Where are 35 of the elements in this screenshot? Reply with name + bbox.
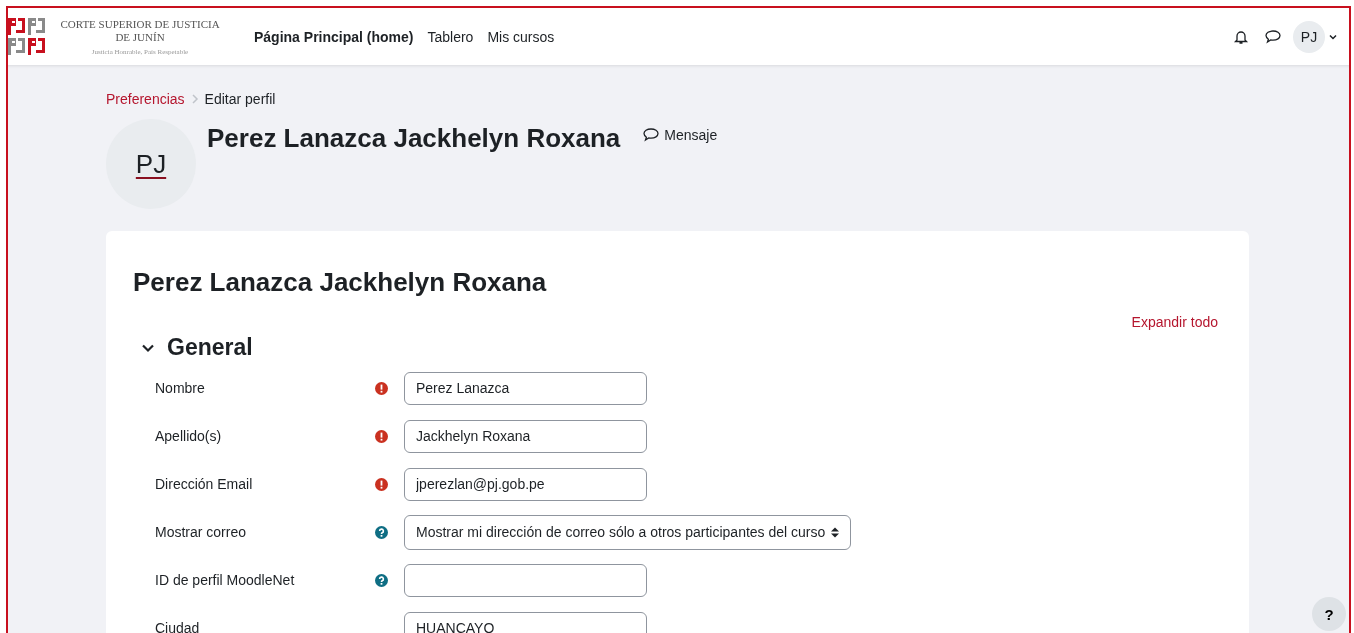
section-title[interactable]: General — [167, 334, 253, 361]
logo-text-line: CORTE SUPERIOR DE JUSTICIA — [60, 17, 220, 31]
field-label: Dirección Email — [155, 476, 254, 492]
breadcrumb-current: Editar perfil — [204, 91, 276, 107]
notification-bell-icon[interactable] — [1233, 28, 1249, 45]
message-link[interactable]: Mensaje — [664, 127, 718, 143]
profile-avatar[interactable]: PJ — [106, 119, 196, 209]
form-title: Perez Lanazca Jackhelyn Roxana — [133, 267, 548, 298]
input-field[interactable]: HUANCAYO — [404, 611, 647, 633]
input-field[interactable] — [404, 563, 647, 597]
breadcrumb-link[interactable]: Preferencias — [106, 91, 185, 107]
logo-text-line: DE JUNÍN — [115, 30, 165, 44]
field-label: ID de perfil MoodleNet — [155, 572, 296, 588]
field-label: Apellido(s) — [155, 428, 223, 444]
sort-arrows-icon — [831, 526, 840, 538]
input-field[interactable]: jperezlan@pj.gob.pe — [404, 467, 647, 501]
field-label: Ciudad — [155, 620, 201, 633]
message-bubble-icon[interactable] — [1265, 28, 1281, 45]
caret-icon[interactable] — [1329, 32, 1337, 41]
nav-link[interactable]: Tablero — [427, 28, 474, 45]
field-label: Nombre — [155, 380, 206, 396]
nav-link[interactable]: Página Principal (home) — [254, 28, 414, 45]
logo-icon[interactable] — [8, 17, 46, 56]
message-bubble-icon[interactable] — [643, 127, 660, 143]
chevron-right-icon — [190, 94, 199, 104]
nav-link[interactable]: Mis cursos — [487, 28, 555, 45]
input-field[interactable]: Jackhelyn Roxana — [404, 419, 647, 453]
expand-all-link[interactable]: Expandir todo — [1131, 314, 1218, 330]
help-icon[interactable] — [375, 525, 388, 539]
profile-name: Perez Lanazca Jackhelyn Roxana — [207, 123, 621, 155]
field-label: Mostrar correo — [155, 524, 248, 540]
help-icon[interactable] — [375, 573, 388, 587]
input-field[interactable]: Perez Lanazca — [404, 371, 647, 405]
dropdown-select[interactable]: Mostrar mi dirección de correo sólo a otros participantes del curso — [404, 514, 852, 550]
user-avatar[interactable]: PJ — [1293, 20, 1325, 53]
